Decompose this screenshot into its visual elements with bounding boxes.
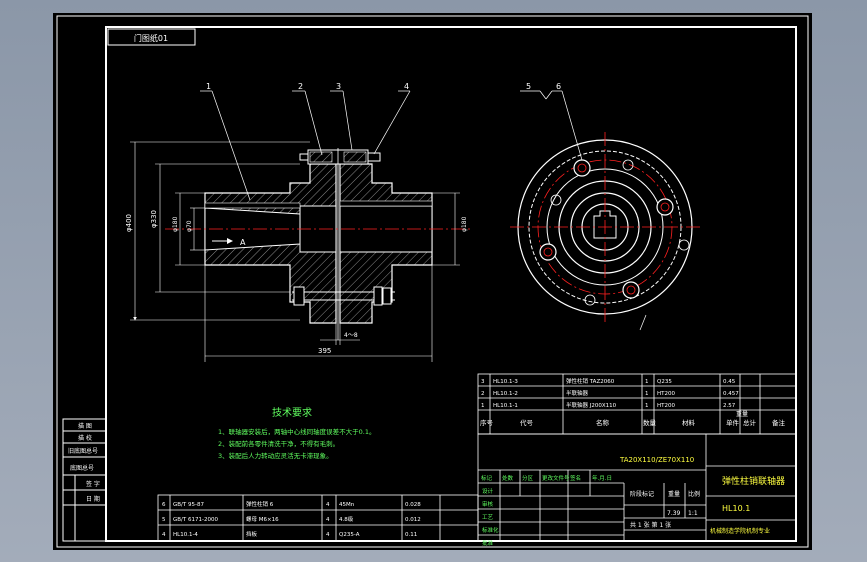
bom-upper-cell: 2 [481, 391, 485, 397]
strip-label-1: 描 图 [78, 422, 92, 430]
title-weight: 7.39 [667, 510, 681, 517]
bom-upper-header: 代号 [520, 418, 534, 427]
drawing-code: 门图纸01 [134, 33, 168, 43]
bom-upper-header: 名称 [596, 418, 610, 427]
dim-gap: 4～8 [344, 332, 358, 339]
bom-lower-cell: GB/T 95-87 [173, 502, 204, 508]
dim-overall-length: 395 [318, 347, 331, 355]
bom-upper-cell: 0.45 [723, 379, 736, 385]
bom-upper-header: 总计 [743, 418, 757, 427]
strip-label-2: 描 校 [78, 434, 92, 442]
title-name: 弹性柱销联轴器 [722, 475, 785, 487]
bom-upper-cell: 半联轴器 [566, 389, 589, 397]
bom-lower-cell: GB/T 6171-2000 [173, 517, 218, 523]
title-sheet: 共 1 张 第 1 张 [630, 521, 671, 529]
bom-lower-cell: 45Mn [339, 502, 355, 508]
title-rev-label: 签名 [570, 474, 581, 482]
dim-dia-hub-right: φ180 [461, 216, 468, 232]
bom-upper-cell: HL10.1-1 [493, 403, 518, 409]
bom-lower-cell: 挡板 [246, 530, 258, 538]
title-rev-label: 处数 [502, 474, 514, 482]
title-weight-label: 重量 [668, 490, 680, 498]
drawing-sheet [53, 13, 812, 550]
strip-label-4: 底图总号 [70, 464, 94, 472]
title-sign-label: 工艺 [482, 514, 494, 521]
title-sign-label: 审核 [482, 500, 494, 508]
bom-upper-cell: 1 [645, 403, 649, 409]
bom-upper-cell: HT200 [657, 403, 675, 409]
dim-bore: φ70 [186, 220, 193, 232]
balloon-4: 4 [404, 82, 409, 91]
dim-dia-outer: φ400 [125, 214, 133, 232]
dim-dia-hub-left: φ180 [172, 216, 179, 232]
title-rev-label: 年.月.日 [592, 474, 612, 482]
title-drawing-no: HL10.1 [722, 504, 750, 513]
section-arrow-label: A [240, 238, 246, 247]
bom-upper-cell: HT200 [657, 391, 675, 397]
bom-upper-header: 备注 [772, 418, 786, 427]
bom-upper-cell: HL10.1-2 [493, 391, 518, 397]
bom-lower-cell: 4 [326, 502, 330, 508]
strip-label-3: 旧底图总号 [68, 447, 98, 455]
bom-upper-cell: 弹性柱销 TAZ2060 [566, 377, 615, 385]
title-scale-label: 比例 [688, 490, 700, 498]
bom-upper-cell: HL10.1-3 [493, 379, 518, 385]
title-sign-label: 标准化 [482, 526, 499, 534]
bom-upper-header: 数量 [643, 418, 657, 427]
tech-req-line-1: 1、联轴器安装后，两轴中心线同轴度误差不大于0.1。 [218, 427, 375, 436]
title-sign-label: 批准 [482, 539, 494, 547]
balloon-3: 3 [336, 82, 341, 91]
bom-lower-cell: 0.012 [405, 517, 421, 523]
title-rev-label: 分区 [522, 474, 534, 482]
bom-lower-cell: 4.8级 [339, 515, 354, 523]
title-rev-label: 标记 [481, 474, 493, 482]
tech-req-title: 技术要求 [272, 406, 312, 419]
title-stage-label: 阶段标记 [630, 490, 654, 498]
title-ref-code: TA20X110/ZE70X110 [619, 456, 694, 464]
title-company: 机械制造学院机制专业 [710, 527, 770, 535]
bom-upper-cell: 半联轴器 J200X110 [566, 401, 617, 409]
bom-lower-cell: 弹性柱销 6 [246, 500, 274, 508]
bom-upper-cell: 1 [645, 379, 649, 385]
bom-lower-cell: 4 [326, 532, 330, 538]
bom-lower-cell: 4 [326, 517, 330, 523]
title-scale: 1:1 [688, 510, 698, 517]
bom-lower-cell: 5 [162, 517, 166, 523]
bom-lower-cell: 螺母 M6×16 [246, 515, 279, 523]
bom-lower-cell: 0.028 [405, 502, 421, 508]
balloon-5: 5 [526, 82, 531, 91]
title-sign-label: 设计 [482, 487, 494, 495]
balloon-6: 6 [556, 82, 561, 91]
bom-lower-cell: 6 [162, 502, 166, 508]
bom-upper-header: 材料 [682, 418, 696, 427]
tech-req-line-2: 2、装配前各零件清洗干净，不得有毛刺。 [218, 439, 339, 448]
bom-upper-cell: 1 [645, 391, 649, 397]
cad-drawing: 门图纸01 描 图 描 校 旧底图总号 底图总号 签 字 日 期 A φ400 … [53, 13, 812, 550]
dim-dia-mid: φ330 [150, 210, 158, 228]
bom-lower-cell: Q235-A [339, 532, 360, 538]
bom-upper-header: 单件 [726, 418, 740, 427]
bom-upper-cell: 1 [481, 403, 485, 409]
bom-upper-cell: 0.457 [723, 391, 739, 397]
bom-lower-cell: HL10.1-4 [173, 532, 198, 538]
tech-req-line-3: 3、装配后人力转动应灵活无卡滞现象。 [218, 451, 333, 460]
bom-upper-header-sub: 重量 [736, 410, 748, 418]
bom-upper-cell: Q235 [657, 379, 672, 385]
balloon-2: 2 [298, 82, 303, 91]
bom-lower-cell: 0.11 [405, 532, 417, 538]
bom-lower-cell: 4 [162, 532, 166, 538]
title-rev-label: 更改文件号 [542, 474, 570, 482]
bom-upper-header: 序号 [480, 418, 494, 427]
bom-upper-cell: 2.57 [723, 403, 736, 409]
balloon-1: 1 [206, 82, 211, 91]
strip-label-6: 日 期 [86, 495, 100, 503]
strip-label-5: 签 字 [86, 480, 100, 488]
bom-upper-cell: 3 [481, 379, 485, 385]
